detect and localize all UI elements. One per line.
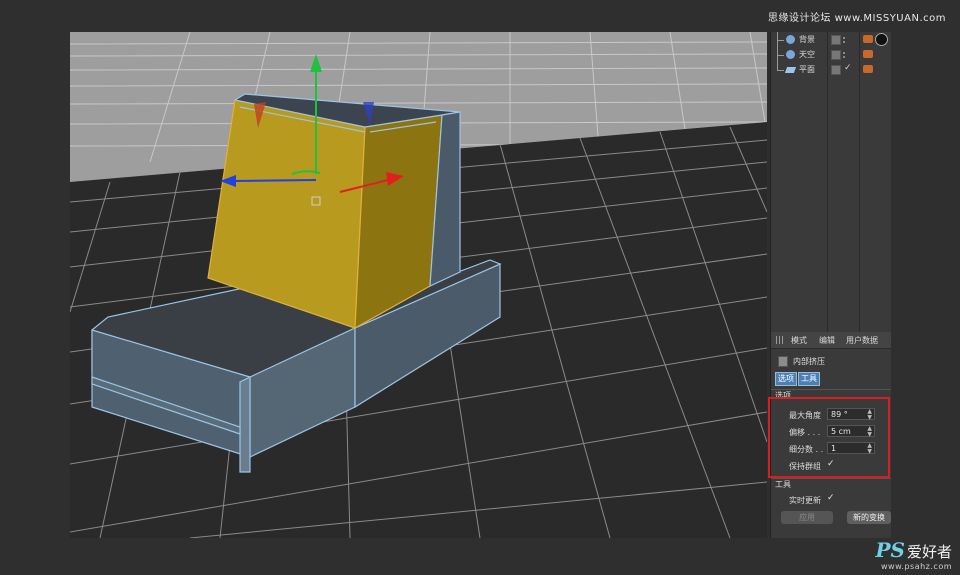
- tab-edit[interactable]: 编辑: [819, 335, 835, 346]
- attribute-tabs: 模式 编辑 用户数据: [771, 332, 891, 349]
- segment-tool[interactable]: 工具: [798, 372, 820, 386]
- object-row-background[interactable]: 背景: [771, 32, 891, 47]
- highlight-box: [768, 397, 890, 478]
- new-transform-button[interactable]: 新的变换: [847, 511, 891, 524]
- object-name: 背景: [799, 35, 815, 44]
- object-name: 平面: [799, 65, 815, 74]
- layer-icon[interactable]: [831, 35, 841, 45]
- layer-icon[interactable]: [831, 50, 841, 60]
- render-tag-icon[interactable]: [863, 65, 873, 73]
- object-row-sky[interactable]: 天空: [771, 47, 891, 62]
- object-name: 天空: [799, 50, 815, 59]
- plane-object-icon: [784, 67, 797, 73]
- inner-extrude-tool-icon: [778, 356, 788, 367]
- segment-options[interactable]: 选项: [775, 372, 797, 386]
- realtime-update-label: 实时更新: [789, 496, 821, 505]
- watermark-top: 思缘设计论坛 www.MISSYUAN.com: [767, 13, 946, 24]
- apply-button[interactable]: 应用: [781, 511, 833, 524]
- material-tag-icon[interactable]: [875, 33, 888, 46]
- render-tag-icon[interactable]: [863, 50, 873, 58]
- grip-icon[interactable]: [776, 336, 784, 344]
- background-object-icon: [786, 35, 795, 44]
- base-leg: [239, 376, 251, 473]
- watermark-url: www.psahz.com: [881, 562, 952, 571]
- object-row-plane[interactable]: 平面 ✓: [771, 62, 891, 77]
- visibility-dots-icon[interactable]: [843, 37, 848, 43]
- section-tool-heading: 工具: [775, 480, 791, 489]
- enabled-check-icon[interactable]: ✓: [844, 63, 852, 73]
- tool-name: 内部挤压: [793, 357, 825, 366]
- layer-icon[interactable]: [831, 65, 841, 75]
- object-manager: 背景 天空 平面 ✓: [770, 32, 891, 332]
- realtime-update-checkbox[interactable]: ✓: [827, 493, 835, 503]
- tab-user-data[interactable]: 用户数据: [846, 335, 878, 346]
- 3d-viewport[interactable]: [70, 32, 767, 538]
- watermark-cn-text: 爱好者: [906, 543, 952, 561]
- sky-object-icon: [786, 50, 795, 59]
- render-tag-icon[interactable]: [863, 35, 873, 43]
- visibility-dots-icon[interactable]: [843, 52, 848, 58]
- z-axis-handle[interactable]: [234, 179, 317, 182]
- tab-mode[interactable]: 模式: [791, 335, 807, 346]
- viewport-render: [70, 32, 767, 538]
- watermark-ps-logo: PS: [875, 538, 905, 562]
- watermark-logo: PS 爱好者 www.psahz.com: [876, 538, 953, 571]
